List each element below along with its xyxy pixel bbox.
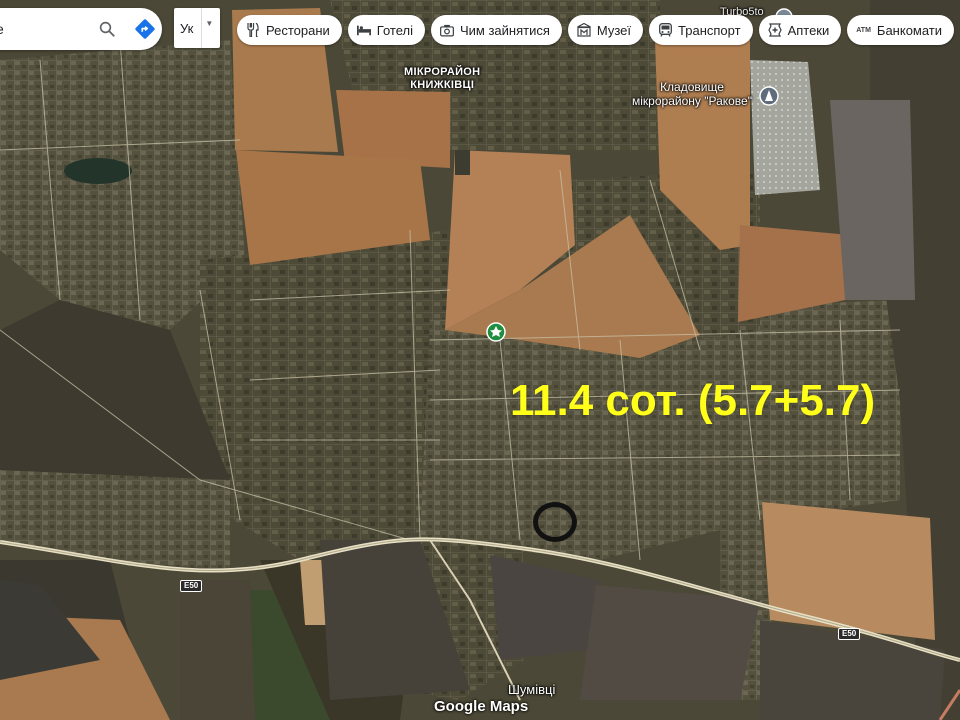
district-label-line1: МІКРОРАЙОН	[404, 66, 481, 78]
chip-label: Банкомати	[876, 22, 943, 38]
chip-transit[interactable]: Транспорт	[649, 15, 753, 45]
search-button[interactable]	[92, 14, 122, 44]
village-label[interactable]: Шумівці	[508, 682, 555, 697]
district-label: МІКРОРАЙОН КНИЖКІВЦІ	[404, 66, 480, 92]
chip-label: Ресторани	[266, 22, 330, 38]
chip-museums[interactable]: Музеї	[567, 15, 644, 45]
cemetery-label-line2: мікрорайону "Ракове"	[632, 94, 752, 108]
language-divider	[201, 8, 203, 48]
search-icon	[99, 21, 115, 37]
pharmacy-icon	[767, 23, 782, 37]
directions-icon	[135, 19, 155, 39]
museum-icon	[577, 23, 591, 37]
cemetery-label-line1: Кладовище	[660, 80, 724, 94]
chip-label: Транспорт	[678, 22, 741, 38]
restaurant-icon	[246, 23, 260, 37]
plot-area-annotation: 11.4 сот. (5.7+5.7)	[510, 376, 876, 425]
language-selected: Ук	[180, 20, 194, 36]
map-imagery	[0, 0, 960, 720]
district-label-line2: КНИЖКІВЦІ	[410, 79, 475, 91]
camera-icon	[440, 23, 454, 37]
chip-restaurants[interactable]: Ресторани	[237, 15, 342, 45]
road-shield-e50: E50	[180, 580, 203, 592]
chip-label: Аптеки	[787, 22, 830, 38]
hotel-icon	[356, 23, 371, 37]
chip-things-to-do[interactable]: Чим зайнятися	[430, 15, 562, 45]
chip-hotels[interactable]: Готелі	[347, 15, 425, 45]
park-pin-icon[interactable]	[486, 322, 506, 347]
search-box	[0, 8, 162, 50]
google-maps-logo: Google Maps	[434, 698, 529, 715]
plot-marker-circle	[533, 502, 577, 542]
cemetery-pin-icon[interactable]	[759, 86, 779, 111]
satellite-map[interactable]	[0, 0, 960, 720]
atm-icon: ATM	[856, 26, 871, 34]
chip-label: Музеї	[596, 22, 632, 38]
road-shield-e50: E50	[838, 628, 861, 640]
transit-icon	[658, 23, 672, 37]
directions-button[interactable]	[130, 14, 160, 44]
chip-label: Чим зайнятися	[459, 22, 550, 38]
category-chips: Ресторани Готелі Чим зайнятися Музеї Тра…	[237, 15, 955, 45]
cemetery-label[interactable]: Кладовище мікрорайону "Ракове"	[632, 80, 752, 108]
chip-label: Готелі	[376, 22, 413, 38]
caret-down-icon: ▼	[205, 18, 214, 28]
language-select[interactable]: Ук ▼	[174, 8, 220, 48]
chip-atms[interactable]: ATM Банкомати	[847, 15, 955, 45]
chip-pharmacies[interactable]: Аптеки	[758, 15, 842, 45]
search-input[interactable]	[0, 21, 86, 37]
